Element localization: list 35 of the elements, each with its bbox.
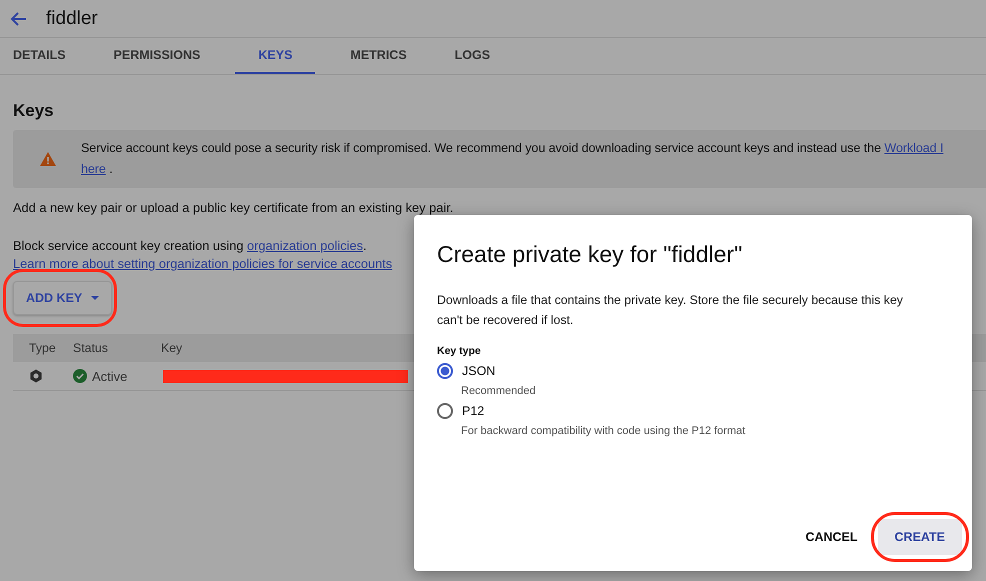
here-link[interactable]: here <box>81 162 106 176</box>
dialog-title: Create private key for "fiddler" <box>437 241 744 268</box>
column-header: Type <box>28 341 57 355</box>
check-circle-icon <box>73 369 87 383</box>
column-header: Status <box>73 341 109 355</box>
warning-icon <box>40 152 56 166</box>
organization-policies-link[interactable]: organization policies <box>247 238 363 253</box>
gear-icon <box>29 369 43 383</box>
tab[interactable]: DETAILS <box>0 38 79 74</box>
dialog-description: Downloads a file that contains the private key. Store the file securely because this key can't be recovered if lost. <box>437 292 904 329</box>
option-label: P12 <box>462 404 484 418</box>
dialog-button[interactable]: CREATE <box>878 519 962 555</box>
status-text: Active <box>92 368 128 384</box>
field-label: Key type <box>437 345 482 357</box>
intro-text: Add a new key pair or upload a public key certificate from an existing key pair. <box>13 200 454 215</box>
radio-button[interactable] <box>437 363 453 379</box>
tab[interactable]: KEYS <box>235 38 316 74</box>
tab[interactable]: PERMISSIONS <box>100 38 214 74</box>
section-heading: Keys <box>13 101 55 121</box>
workload-link[interactable]: Workload I <box>884 141 944 155</box>
column-header: Key <box>161 341 182 355</box>
back-arrow-icon[interactable] <box>9 10 27 26</box>
page-title: fiddler <box>46 8 98 30</box>
warning-text: Service account keys could pose a security risk if compromised. We recommend you avoid downloading service account keys and instead use the <box>81 141 881 155</box>
add-key-button[interactable]: ADD KEY <box>13 281 112 315</box>
tab[interactable]: LOGS <box>442 38 504 74</box>
learn-more-link[interactable]: Learn more about setting organization policies for service accounts <box>13 255 392 273</box>
option-hint: For backward compatibility with code using the P12 format <box>461 425 746 437</box>
warning-period: . <box>109 162 113 176</box>
radio-button[interactable] <box>437 403 453 419</box>
option-hint: Recommended <box>461 385 537 397</box>
tab[interactable]: METRICS <box>337 38 420 74</box>
caret-icon <box>91 296 100 300</box>
option-label: JSON <box>462 364 496 378</box>
dialog-button[interactable]: CANCEL <box>795 519 868 555</box>
